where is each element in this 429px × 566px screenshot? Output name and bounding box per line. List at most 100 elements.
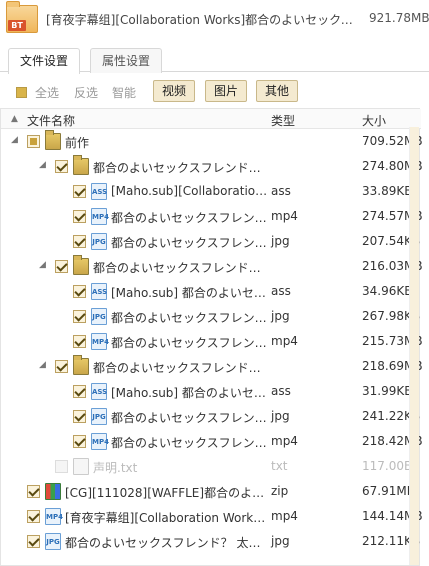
jpg-file-icon: JPG bbox=[91, 408, 107, 425]
row-checkbox[interactable] bbox=[73, 235, 86, 248]
smart-select-link[interactable]: 智能 bbox=[112, 84, 136, 101]
file-type: zip bbox=[271, 484, 289, 498]
mp4-file-icon: MP4 bbox=[45, 508, 63, 525]
file-type: jpg bbox=[271, 309, 290, 323]
tab-file-settings[interactable]: 文件设置 bbox=[8, 48, 81, 74]
file-name: 都合のよいセックスフレンド... bbox=[111, 411, 269, 425]
toolbar: 全选 反选 智能 视频 图片 其他 bbox=[0, 78, 429, 106]
file-row[interactable]: ASS [Maho.sub] 都合のよいセック...ass 31.99KB bbox=[1, 379, 419, 404]
file-type: ass bbox=[271, 384, 291, 398]
bt-torrent-icon: BT bbox=[6, 1, 38, 33]
file-row[interactable]: ASS [Maho.sub][Collaboration Wor...ass 33.… bbox=[1, 179, 419, 204]
file-row[interactable]: JPG 都合のよいセックスフレンド？ 太陽... jpg 212.11KB bbox=[1, 529, 420, 554]
invert-selection-link[interactable]: 反选 bbox=[74, 84, 98, 101]
file-row[interactable]: ◢ 都合のよいセックスフレンド？... 218.69MB bbox=[1, 354, 423, 379]
row-checkbox[interactable] bbox=[55, 460, 68, 473]
filter-other-button[interactable]: 其他 bbox=[256, 80, 299, 102]
file-name: 都合のよいセックスフレンド？... bbox=[93, 261, 269, 275]
row-checkbox[interactable] bbox=[73, 435, 86, 448]
file-name: [Maho.sub][Collaboration Wor... bbox=[111, 184, 269, 198]
file-row[interactable]: MP4 都合のよいセックスフレンド... mp4 215.73MB bbox=[1, 329, 423, 354]
file-row[interactable]: JPG 都合のよいセックスフレンド... jpg 267.98KB bbox=[1, 304, 420, 329]
file-name: 都合のよいセックスフレンド... bbox=[111, 436, 269, 450]
file-name: [育夜字幕组][Collaboration Works]... bbox=[65, 511, 269, 525]
file-row[interactable]: MP4 都合のよいセックスフレンド... mp4 218.42MB bbox=[1, 429, 423, 454]
file-row[interactable]: MP4 [育夜字幕组][Collaboration Works]... mp4 144… bbox=[1, 504, 423, 529]
scrollbar[interactable] bbox=[409, 127, 419, 565]
row-checkbox[interactable] bbox=[55, 260, 68, 273]
total-size: 921.78MB bbox=[369, 11, 429, 25]
row-checkbox[interactable] bbox=[73, 310, 86, 323]
file-name: [Maho.sub] 都合のよいセック... bbox=[111, 386, 269, 400]
folder-icon bbox=[73, 355, 89, 375]
file-name: [CG][111028][WAFFLE]都合のよい... bbox=[65, 486, 269, 500]
file-size: 67.91MB bbox=[362, 484, 415, 498]
file-type: mp4 bbox=[271, 509, 298, 523]
filter-video-button[interactable]: 视频 bbox=[153, 80, 196, 102]
jpg-file-icon: JPG bbox=[91, 233, 107, 250]
file-name: 都合のよいセックスフレンド？ 太陽... bbox=[65, 536, 269, 550]
expand-toggle-icon[interactable]: ◢ bbox=[39, 260, 46, 270]
zip-file-icon bbox=[45, 483, 61, 500]
column-type[interactable]: 类型 bbox=[271, 112, 295, 129]
row-checkbox[interactable] bbox=[73, 410, 86, 423]
file-name: 都合のよいセックスフレンド？ H... bbox=[93, 161, 269, 175]
file-name: 都合のよいセックスフレンド？... bbox=[93, 361, 269, 375]
folder-icon bbox=[45, 130, 61, 150]
row-checkbox[interactable] bbox=[27, 510, 40, 523]
folder-icon bbox=[73, 155, 89, 175]
row-checkbox[interactable] bbox=[27, 535, 40, 548]
file-row[interactable]: JPG 都合のよいセックスフレンド... jpg 207.54KB bbox=[1, 229, 420, 254]
row-checkbox[interactable] bbox=[73, 210, 86, 223]
file-size: 34.96KB bbox=[362, 284, 413, 298]
file-row[interactable]: 声明.txt txt 117.00B bbox=[1, 454, 419, 479]
column-size[interactable]: 大小 bbox=[362, 112, 386, 129]
ass-file-icon: ASS bbox=[91, 383, 107, 400]
ass-file-icon: ASS bbox=[91, 183, 107, 200]
select-all-checkbox[interactable] bbox=[16, 87, 27, 98]
jpg-file-icon: JPG bbox=[45, 533, 61, 550]
column-name[interactable]: 文件名称 bbox=[27, 112, 75, 129]
settings-tabs: 文件设置 属性设置 bbox=[0, 44, 429, 74]
file-row[interactable]: ◢ 前作 709.52MB bbox=[1, 129, 423, 154]
file-row[interactable]: ◢ 都合のよいセックスフレンド？ H... 274.80MB bbox=[1, 154, 423, 179]
file-type: jpg bbox=[271, 534, 290, 548]
expand-toggle-icon[interactable]: ◢ bbox=[11, 135, 18, 145]
expand-toggle-icon[interactable]: ◢ bbox=[39, 360, 46, 370]
jpg-file-icon: JPG bbox=[91, 308, 107, 325]
file-size: 31.99KB bbox=[362, 384, 413, 398]
collapse-all-icon[interactable]: ▲ bbox=[11, 114, 18, 124]
file-type: mp4 bbox=[271, 209, 298, 223]
row-checkbox[interactable] bbox=[73, 185, 86, 198]
folder-icon bbox=[73, 255, 89, 275]
file-name: 都合のよいセックスフレンド... bbox=[111, 336, 269, 350]
filter-image-button[interactable]: 图片 bbox=[205, 80, 248, 102]
row-checkbox[interactable] bbox=[27, 485, 40, 498]
row-checkbox[interactable] bbox=[73, 335, 86, 348]
header: BT [育夜字幕组][Collaboration Works]都合のよいセックス… bbox=[0, 0, 429, 38]
column-header: ▲ 文件名称 类型 大小 bbox=[1, 109, 421, 129]
row-checkbox[interactable] bbox=[27, 135, 40, 148]
file-size: 117.00B bbox=[362, 459, 413, 473]
file-row[interactable]: ASS [Maho.sub] 都合のよいセック...ass 34.96KB bbox=[1, 279, 419, 304]
row-checkbox[interactable] bbox=[73, 385, 86, 398]
file-row[interactable]: ◢ 都合のよいセックスフレンド？... 216.03MB bbox=[1, 254, 423, 279]
file-name: 都合のよいセックスフレンド... bbox=[111, 236, 269, 250]
file-row[interactable]: MP4 都合のよいセックスフレンド... mp4 274.57MB bbox=[1, 204, 423, 229]
txt-file-icon bbox=[73, 458, 89, 475]
select-all-link[interactable]: 全选 bbox=[35, 84, 59, 101]
row-checkbox[interactable] bbox=[73, 285, 86, 298]
row-checkbox[interactable] bbox=[55, 360, 68, 373]
file-list: ▲ 文件名称 类型 大小 ◢ 前作 709.52MB ◢ 都合のよいセックスフレンド？ … bbox=[0, 108, 423, 566]
file-type: mp4 bbox=[271, 434, 298, 448]
file-row[interactable]: [CG][111028][WAFFLE]都合のよい... zip 67.91MB bbox=[1, 479, 419, 504]
ass-file-icon: ASS bbox=[91, 283, 107, 300]
bt-badge: BT bbox=[8, 20, 26, 31]
row-checkbox[interactable] bbox=[55, 160, 68, 173]
expand-toggle-icon[interactable]: ◢ bbox=[39, 160, 46, 170]
tab-property-settings[interactable]: 属性设置 bbox=[90, 48, 163, 73]
file-name: 声明.txt bbox=[93, 461, 138, 475]
file-type: txt bbox=[271, 459, 288, 473]
file-row[interactable]: JPG 都合のよいセックスフレンド... jpg 241.22KB bbox=[1, 404, 420, 429]
file-type: mp4 bbox=[271, 334, 298, 348]
